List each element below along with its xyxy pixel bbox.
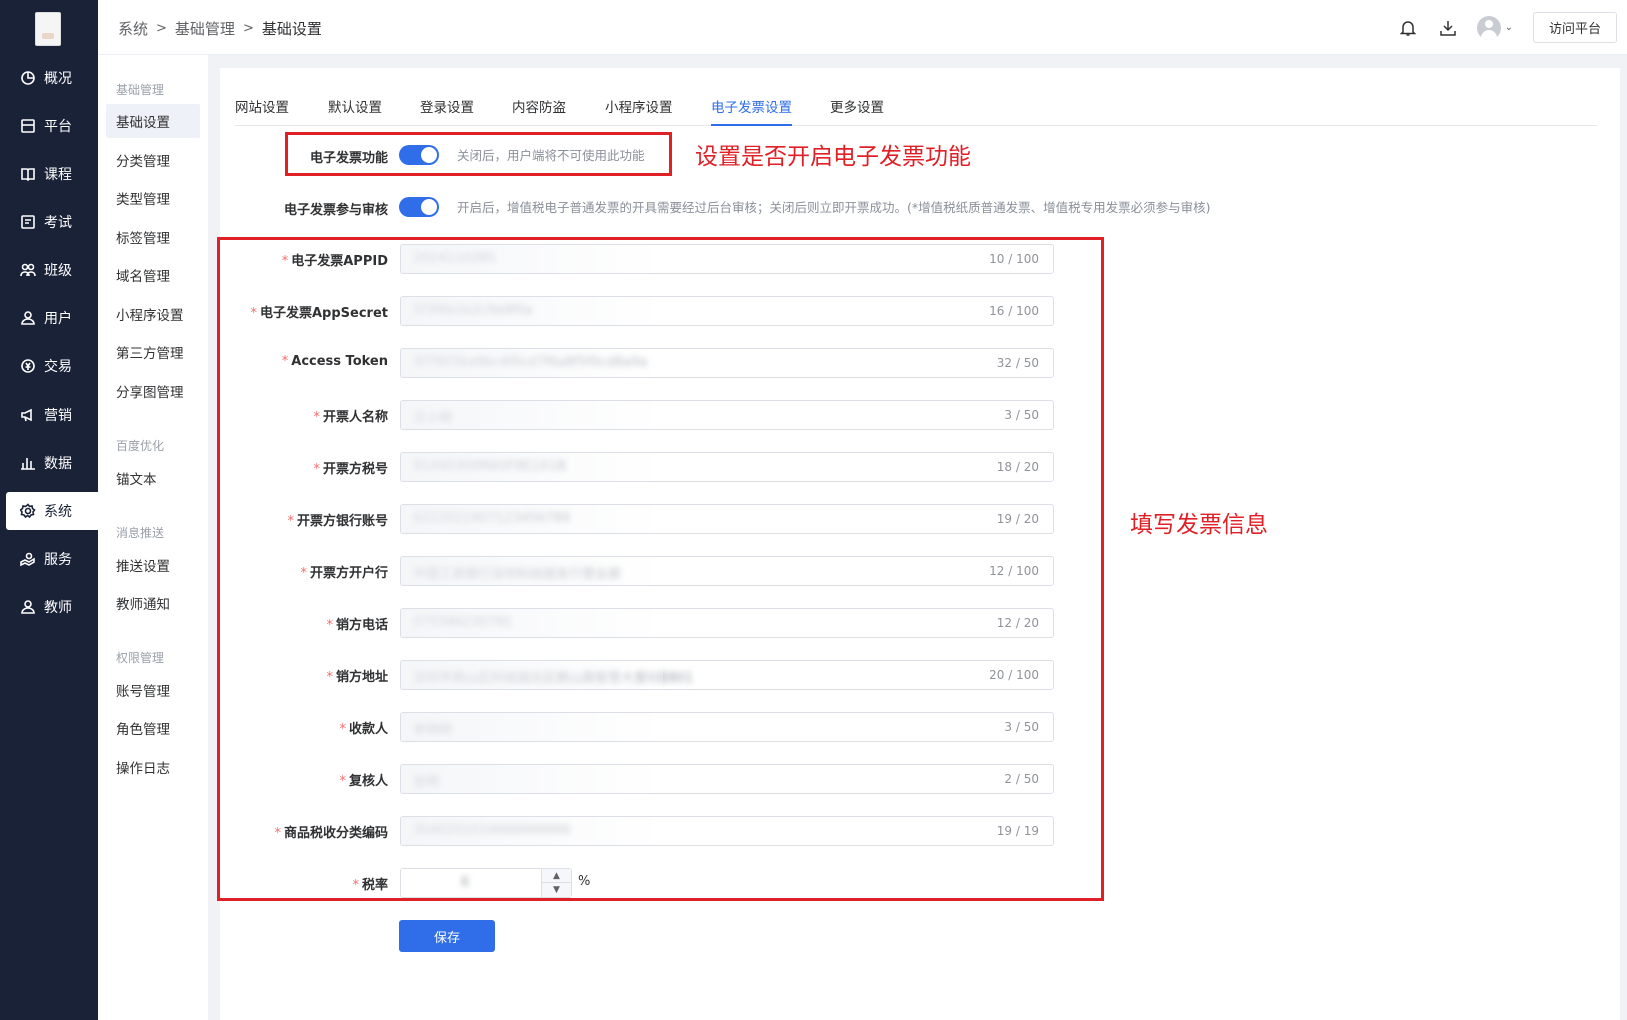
tab-more[interactable]: 更多设置 — [830, 96, 884, 126]
nav-label: 营销 — [44, 408, 72, 424]
subnav-item-basic-settings[interactable]: 基础设置 — [106, 104, 200, 138]
user-icon — [20, 310, 36, 326]
nav-label: 交易 — [44, 359, 72, 375]
megaphone-icon — [20, 407, 36, 423]
chevron-right-icon: > — [156, 21, 167, 36]
logo — [35, 12, 61, 46]
header-actions: ⌄ 访问平台 — [1379, 12, 1617, 43]
breadcrumb: 系统 > 基础管理 > 基础设置 — [118, 18, 322, 39]
bar-chart-icon — [20, 455, 36, 471]
subnav-item-share-image[interactable]: 分享图管理 — [106, 374, 200, 408]
annotation-fields-note: 填写发票信息 — [1130, 512, 1268, 538]
subnav-item-account[interactable]: 账号管理 — [106, 673, 200, 707]
e-invoice-audit-switch-label: 电子发票参与审核 — [283, 203, 388, 218]
app-root: 概况 平台 课程 考试 班级 用户 交易 营销 数据 系统 服务 教师 系统 >… — [0, 0, 1627, 1020]
breadcrumb-current: 基础设置 — [261, 20, 322, 38]
chevron-right-icon: > — [242, 21, 254, 36]
chevron-down-icon[interactable]: ⌄ — [1505, 22, 1513, 33]
top-header: 系统 > 基础管理 > 基础设置 ⌄ 访问平台 — [98, 0, 1627, 55]
nav-item-service[interactable]: 服务 — [6, 540, 98, 578]
subnav-item-role[interactable]: 角色管理 — [106, 711, 200, 745]
settings-tabs: 网站设置 默认设置 登录设置 内容防盗 小程序设置 电子发票设置 更多设置 — [235, 96, 1597, 126]
subnav-item-domain[interactable]: 域名管理 — [106, 258, 200, 292]
download-icon[interactable] — [1437, 17, 1459, 39]
subnav-item-third-party[interactable]: 第三方管理 — [106, 335, 200, 369]
nav-label: 考试 — [44, 215, 72, 231]
nav-label: 概况 — [44, 71, 72, 87]
annotation-switch-note: 设置是否开启电子发票功能 — [695, 144, 971, 170]
subnav-item-operation-log[interactable]: 操作日志 — [106, 750, 200, 784]
nav-item-teacher[interactable]: 教师 — [6, 588, 98, 626]
exam-icon — [20, 214, 36, 230]
breadcrumb-item[interactable]: 系统 — [118, 18, 148, 39]
subnav-item-push-settings[interactable]: 推送设置 — [106, 548, 200, 582]
e-invoice-audit-switch-hint: 开启后，增值税电子普通发票的开具需要经过后台审核；关闭后则立即开票成功。(*增值… — [457, 200, 1211, 215]
nav-item-exam[interactable]: 考试 — [6, 203, 98, 241]
tab-miniprogram[interactable]: 小程序设置 — [605, 96, 673, 126]
save-button[interactable]: 保存 — [399, 920, 495, 952]
nav-label: 数据 — [44, 456, 72, 472]
nav-label: 用户 — [44, 311, 72, 327]
nav-label: 课程 — [44, 167, 72, 183]
subnav-group-title: 基础管理 — [116, 83, 165, 97]
nav-label: 平台 — [44, 119, 72, 135]
subnav-item-tag[interactable]: 标签管理 — [106, 220, 200, 254]
class-icon — [20, 262, 36, 278]
tab-e-invoice[interactable]: 电子发票设置 — [711, 96, 792, 126]
e-invoice-audit-switch[interactable] — [399, 197, 439, 217]
nav-item-data[interactable]: 数据 — [6, 444, 98, 482]
nav-item-transaction[interactable]: 交易 — [6, 347, 98, 385]
main-sidebar: 概况 平台 课程 考试 班级 用户 交易 营销 数据 系统 服务 教师 — [0, 0, 98, 1020]
service-icon — [20, 551, 36, 567]
visit-platform-button[interactable]: 访问平台 — [1532, 12, 1617, 43]
annotation-box-fields — [217, 237, 1104, 901]
nav-label: 教师 — [44, 600, 72, 616]
nav-item-marketing[interactable]: 营销 — [6, 396, 98, 434]
nav-item-system[interactable]: 系统 — [6, 492, 98, 530]
platform-icon — [20, 118, 36, 134]
subnav-item-teacher-notice[interactable]: 教师通知 — [106, 586, 200, 620]
tab-content-protection[interactable]: 内容防盗 — [512, 96, 566, 126]
tab-website[interactable]: 网站设置 — [235, 96, 289, 126]
dashboard-icon — [20, 70, 36, 86]
subnav-group-title: 百度优化 — [116, 439, 165, 453]
transaction-icon — [20, 358, 36, 374]
subnav-group-title: 权限管理 — [116, 651, 165, 665]
nav-item-class[interactable]: 班级 — [6, 251, 98, 289]
tab-default[interactable]: 默认设置 — [328, 96, 382, 126]
avatar[interactable] — [1476, 15, 1501, 40]
subnav-item-category[interactable]: 分类管理 — [106, 143, 200, 177]
nav-label: 系统 — [44, 504, 72, 520]
nav-label: 服务 — [44, 552, 72, 568]
nav-item-user[interactable]: 用户 — [6, 299, 98, 337]
subnav-item-miniprogram[interactable]: 小程序设置 — [106, 297, 200, 331]
bell-icon[interactable] — [1397, 17, 1419, 39]
sub-sidebar: 基础管理 基础设置 分类管理 类型管理 标签管理 域名管理 小程序设置 第三方管… — [98, 55, 208, 1020]
subnav-item-anchor-text[interactable]: 锚文本 — [106, 461, 200, 495]
breadcrumb-item[interactable]: 基础管理 — [175, 18, 235, 39]
nav-item-platform[interactable]: 平台 — [6, 107, 98, 145]
gear-icon — [20, 503, 36, 519]
nav-label: 班级 — [44, 263, 72, 279]
nav-item-course[interactable]: 课程 — [6, 155, 98, 193]
subnav-group-title: 消息推送 — [116, 526, 165, 540]
nav-item-overview[interactable]: 概况 — [6, 59, 98, 97]
book-icon — [20, 166, 36, 182]
annotation-box-switch — [285, 132, 672, 176]
subnav-item-type[interactable]: 类型管理 — [106, 181, 200, 215]
teacher-icon — [20, 599, 36, 615]
tab-login[interactable]: 登录设置 — [420, 96, 474, 126]
